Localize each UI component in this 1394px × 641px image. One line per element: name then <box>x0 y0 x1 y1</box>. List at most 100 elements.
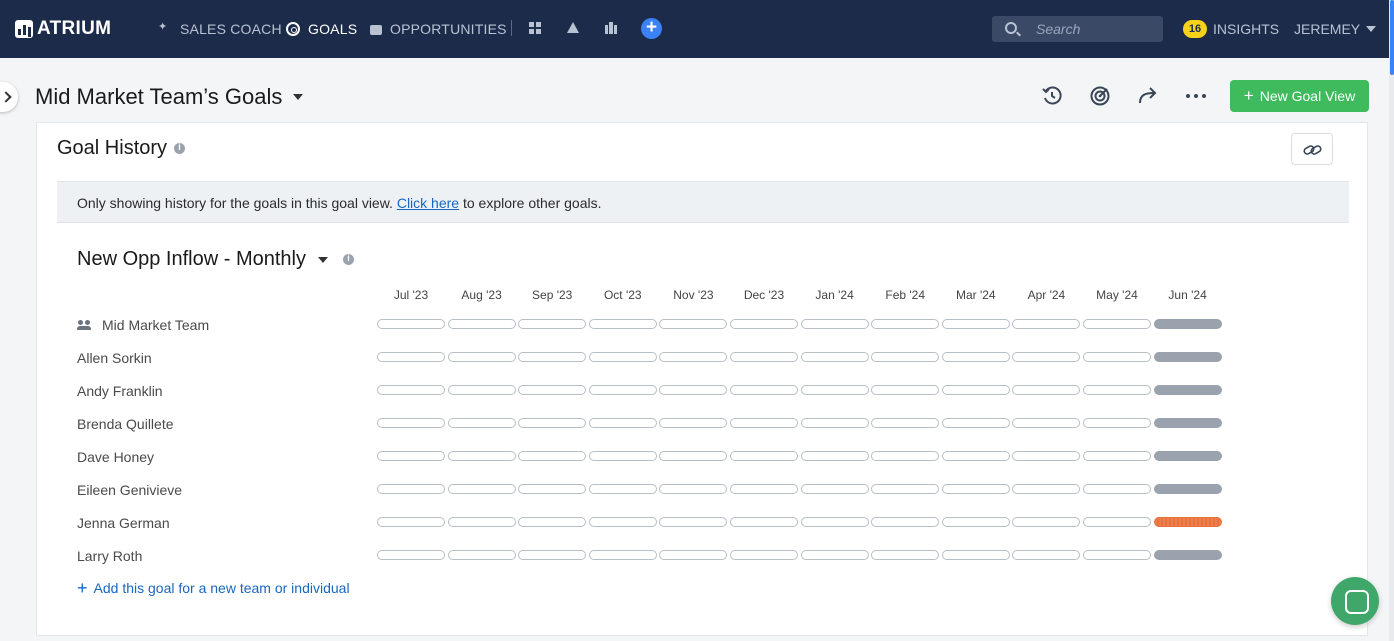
goal-period-bar[interactable] <box>1153 451 1222 461</box>
goal-period-bar[interactable] <box>588 418 657 428</box>
goal-period-bar[interactable] <box>518 319 587 329</box>
alert-triangle-icon[interactable] <box>567 22 579 33</box>
goal-period-bar[interactable] <box>1012 484 1081 494</box>
goal-period-bar[interactable] <box>588 484 657 494</box>
goal-period-bar[interactable] <box>941 517 1010 527</box>
member-row-label[interactable]: Brenda Quillete <box>77 416 174 432</box>
new-goal-view-button[interactable]: + New Goal View <box>1230 80 1369 112</box>
goal-period-bar[interactable] <box>588 385 657 395</box>
sidebar-expand-toggle[interactable] <box>0 82 18 112</box>
goal-period-bar[interactable] <box>730 385 798 395</box>
scrollbar-thumb[interactable] <box>1390 0 1394 75</box>
member-row-label[interactable]: Jenna German <box>77 515 170 531</box>
goal-period-bar[interactable] <box>1153 385 1222 395</box>
goal-period-bar[interactable] <box>941 550 1010 560</box>
member-row-label[interactable]: Eileen Genivieve <box>77 482 182 498</box>
goal-period-bar[interactable] <box>447 385 516 395</box>
goal-period-bar[interactable] <box>1153 352 1222 362</box>
goal-period-bar[interactable] <box>800 550 869 560</box>
goal-period-bar[interactable] <box>518 550 587 560</box>
goal-period-bar[interactable] <box>518 352 587 362</box>
goal-period-bar[interactable] <box>800 319 869 329</box>
goal-period-bar[interactable] <box>800 418 869 428</box>
goal-period-bar[interactable] <box>447 319 516 329</box>
goal-period-bar[interactable] <box>871 550 940 560</box>
goal-period-bar[interactable] <box>1083 451 1151 461</box>
goal-period-bar[interactable] <box>447 484 516 494</box>
grid-icon[interactable] <box>529 22 541 34</box>
goal-period-bar[interactable] <box>1083 385 1151 395</box>
member-row-label[interactable]: Larry Roth <box>77 548 142 564</box>
member-row-label[interactable]: Allen Sorkin <box>77 350 152 366</box>
goal-period-bar[interactable] <box>1083 418 1151 428</box>
nav-goals[interactable]: GOALS <box>286 21 357 37</box>
goal-period-bar[interactable] <box>1153 517 1222 527</box>
goal-period-bar[interactable] <box>941 418 1010 428</box>
goal-period-bar[interactable] <box>871 418 940 428</box>
goal-period-bar[interactable] <box>588 352 657 362</box>
goal-period-bar[interactable] <box>730 451 798 461</box>
goal-period-bar[interactable] <box>377 418 445 428</box>
buildings-icon[interactable] <box>605 22 617 34</box>
goal-period-bar[interactable] <box>800 484 869 494</box>
goal-period-bar[interactable] <box>447 550 516 560</box>
goal-period-bar[interactable] <box>1083 517 1151 527</box>
goal-period-bar[interactable] <box>730 484 798 494</box>
goal-period-bar[interactable] <box>377 319 445 329</box>
goal-period-bar[interactable] <box>1012 517 1081 527</box>
goal-period-bar[interactable] <box>1153 418 1222 428</box>
goal-period-bar[interactable] <box>659 550 728 560</box>
page-title-dropdown[interactable]: Mid Market Team’s Goals <box>35 84 304 110</box>
add-circle-icon[interactable]: + <box>641 18 662 39</box>
goal-period-bar[interactable] <box>1153 319 1222 329</box>
goal-period-bar[interactable] <box>871 517 940 527</box>
goal-period-bar[interactable] <box>871 385 940 395</box>
goal-period-bar[interactable] <box>871 352 940 362</box>
goal-period-bar[interactable] <box>659 517 728 527</box>
goal-period-bar[interactable] <box>730 550 798 560</box>
goal-period-bar[interactable] <box>800 352 869 362</box>
goal-period-bar[interactable] <box>1012 451 1081 461</box>
goal-period-bar[interactable] <box>588 550 657 560</box>
goal-period-bar[interactable] <box>941 385 1010 395</box>
goal-period-bar[interactable] <box>447 451 516 461</box>
goal-period-bar[interactable] <box>1083 352 1151 362</box>
goal-selector-dropdown[interactable]: New Opp Inflow - Monthly <box>77 248 354 271</box>
goal-period-bar[interactable] <box>659 451 728 461</box>
goal-period-bar[interactable] <box>730 319 798 329</box>
goal-period-bar[interactable] <box>1012 319 1081 329</box>
goal-period-bar[interactable] <box>1153 484 1222 494</box>
goal-period-bar[interactable] <box>1012 550 1081 560</box>
insights-link[interactable]: INSIGHTS <box>1213 21 1279 37</box>
goal-period-bar[interactable] <box>941 352 1010 362</box>
scrollbar-track[interactable] <box>1389 0 1394 641</box>
goal-period-bar[interactable] <box>377 451 445 461</box>
goal-period-bar[interactable] <box>518 418 587 428</box>
goal-period-bar[interactable] <box>1083 484 1151 494</box>
goal-period-bar[interactable] <box>588 517 657 527</box>
goal-period-bar[interactable] <box>730 418 798 428</box>
goal-period-bar[interactable] <box>447 418 516 428</box>
goal-period-bar[interactable] <box>941 451 1010 461</box>
goal-period-bar[interactable] <box>941 484 1010 494</box>
goal-period-bar[interactable] <box>659 319 728 329</box>
goal-period-bar[interactable] <box>447 517 516 527</box>
goal-period-bar[interactable] <box>377 550 445 560</box>
goal-period-bar[interactable] <box>659 418 728 428</box>
member-row-label[interactable]: Dave Honey <box>77 449 154 465</box>
goal-period-bar[interactable] <box>518 451 587 461</box>
goal-period-bar[interactable] <box>1153 550 1222 560</box>
goal-period-bar[interactable] <box>518 385 587 395</box>
goal-period-bar[interactable] <box>800 517 869 527</box>
click-here-link[interactable]: Click here <box>397 195 459 211</box>
nav-sales-coach[interactable]: SALES COACH <box>158 20 282 37</box>
goal-period-bar[interactable] <box>588 319 657 329</box>
goal-period-bar[interactable] <box>518 484 587 494</box>
goal-period-bar[interactable] <box>1083 319 1151 329</box>
history-icon[interactable] <box>1041 85 1063 107</box>
copy-link-button[interactable] <box>1291 133 1333 165</box>
goal-period-bar[interactable] <box>377 484 445 494</box>
goal-period-bar[interactable] <box>588 451 657 461</box>
info-icon[interactable] <box>174 142 186 154</box>
goal-period-bar[interactable] <box>659 484 728 494</box>
